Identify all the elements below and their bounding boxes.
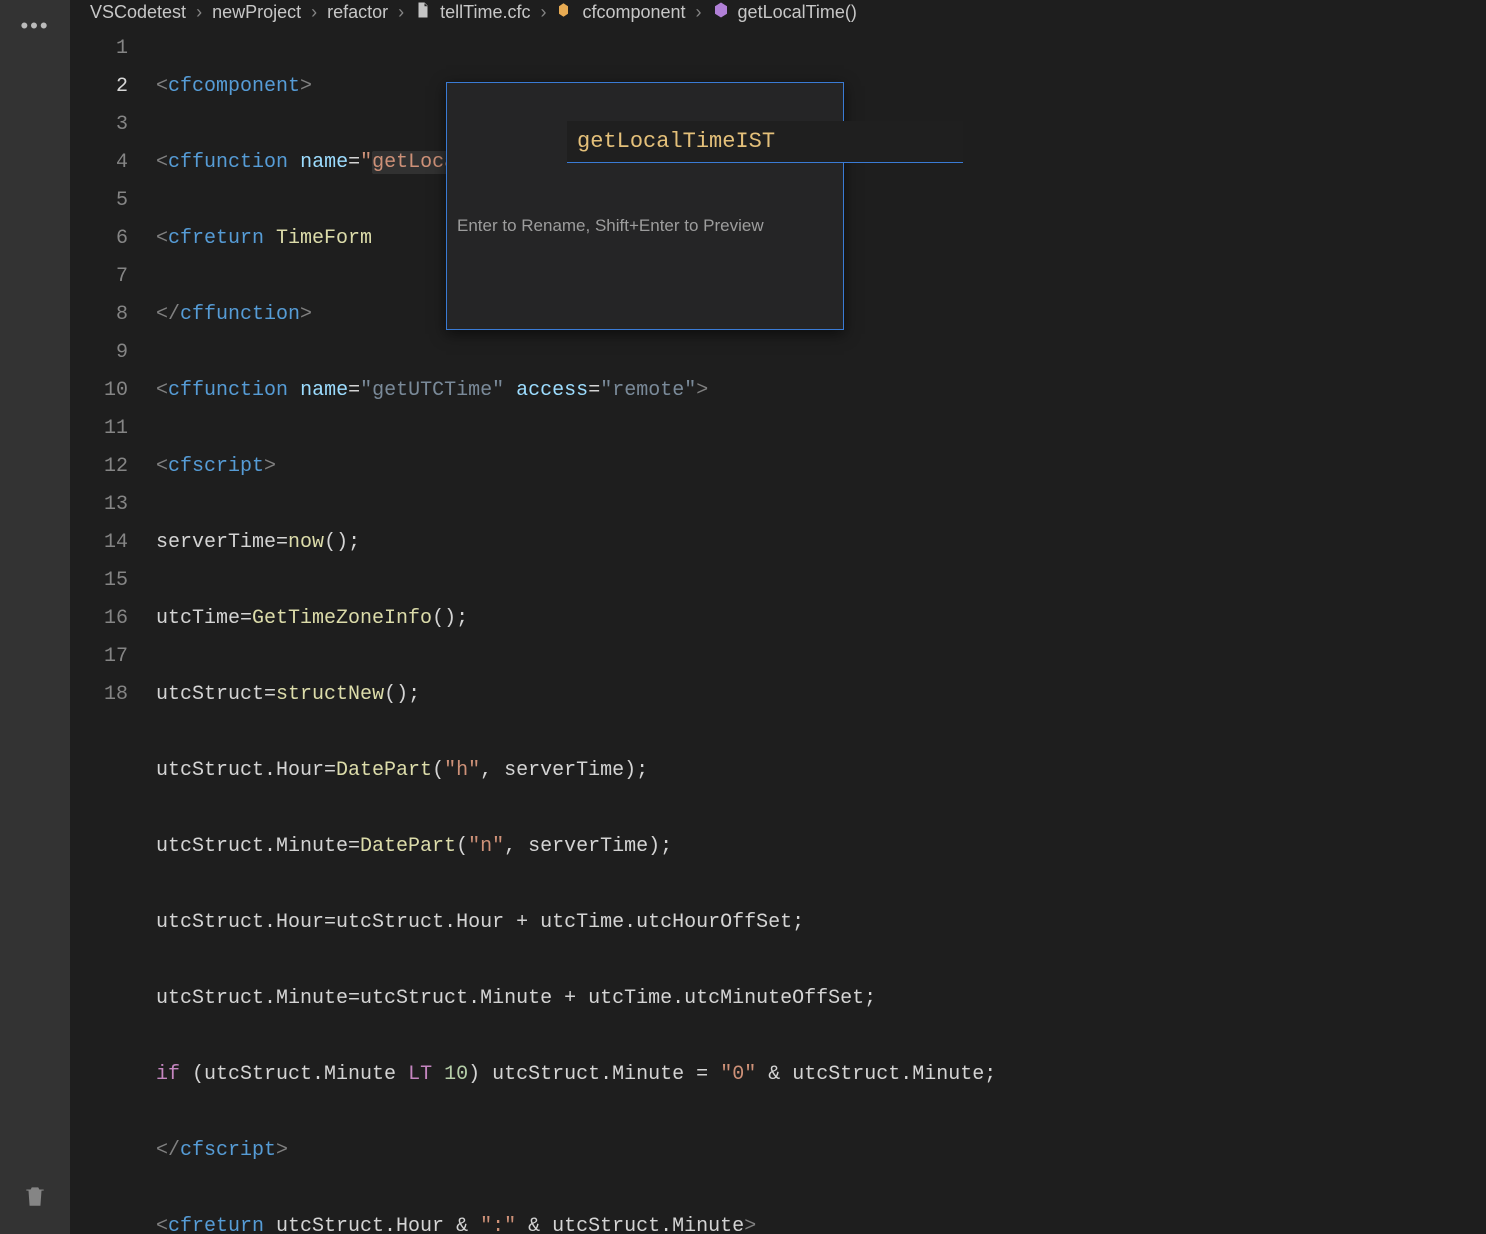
class-icon [556,1,574,24]
trash-icon[interactable] [19,1180,51,1212]
breadcrumb-label: newProject [212,2,301,23]
line-number: 8 [70,296,128,334]
rename-input[interactable] [567,121,963,163]
line-number: 11 [70,410,128,448]
line-number: 18 [70,676,128,714]
breadcrumb-label: tellTime.cfc [440,2,530,23]
line-number: 2 [70,68,128,106]
file-icon [414,1,432,24]
chevron-right-icon: › [311,2,317,23]
rename-hint: Enter to Rename, Shift+Enter to Preview [447,201,843,253]
breadcrumb-bar: VSCodetest › newProject › refactor › tel… [70,1,1486,24]
line-number: 12 [70,448,128,486]
line-number: 5 [70,182,128,220]
chevron-right-icon: › [196,2,202,23]
app-root: ••• tellTime.cfc VSCodetest • newProject… [0,0,1486,1234]
line-number: 6 [70,220,128,258]
line-number: 13 [70,486,128,524]
breadcrumb[interactable]: getLocalTime() [712,1,857,24]
chevron-right-icon: › [398,2,404,23]
breadcrumb[interactable]: cfcomponent [556,1,685,24]
line-number: 16 [70,600,128,638]
breadcrumb-label: refactor [327,2,388,23]
code-area[interactable]: <cfcomponent> <cffunction name="getLocal… [156,24,1486,1234]
chevron-right-icon: › [696,2,702,23]
line-number: 3 [70,106,128,144]
breadcrumb[interactable]: tellTime.cfc [414,1,530,24]
line-number: 7 [70,258,128,296]
chevron-right-icon: › [540,2,546,23]
line-number-gutter: 123456789101112131415161718 [70,24,156,1234]
breadcrumb[interactable]: refactor [327,2,388,23]
line-number: 9 [70,334,128,372]
method-icon [712,1,730,24]
menu-more-icon[interactable]: ••• [19,8,51,40]
breadcrumb-label: VSCodetest [90,2,186,23]
activity-bar: ••• [0,0,70,1234]
breadcrumb[interactable]: VSCodetest [90,2,186,23]
line-number: 1 [70,30,128,68]
line-number: 10 [70,372,128,410]
line-number: 15 [70,562,128,600]
rename-widget: Enter to Rename, Shift+Enter to Preview [446,82,844,330]
line-number: 4 [70,144,128,182]
line-number: 14 [70,524,128,562]
line-number: 17 [70,638,128,676]
breadcrumb-label: getLocalTime() [738,2,857,23]
breadcrumb-label: cfcomponent [582,2,685,23]
code-editor[interactable]: 123456789101112131415161718 <cfcomponent… [70,24,1486,1234]
editor-group: tellTime.cfc VSCodetest • newProject\ref… [70,0,1486,1234]
breadcrumb[interactable]: newProject [212,2,301,23]
